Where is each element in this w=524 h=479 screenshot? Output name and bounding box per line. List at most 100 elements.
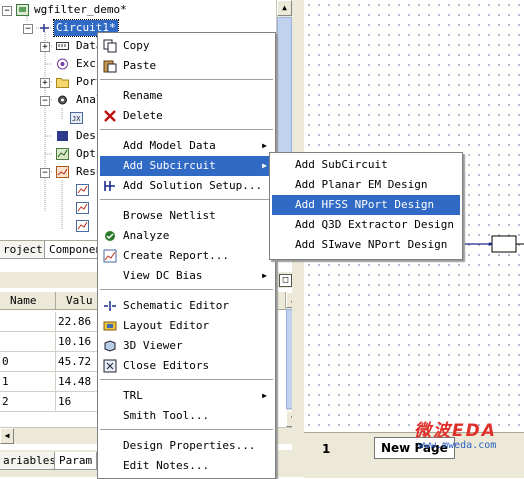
submenu-item-add-planar-em-design[interactable]: Add Planar EM Design — [272, 175, 460, 195]
submenu-arrow-icon: ▶ — [262, 161, 267, 170]
menu-item-add-subcircuit[interactable]: Add Subcircuit ▶ — [100, 156, 273, 176]
circuit-icon — [40, 24, 49, 32]
optimetrics-icon — [56, 148, 69, 160]
menu-separator — [100, 429, 273, 430]
menu-item-analyze[interactable]: Analyze — [100, 226, 273, 246]
menu-label: Add Model Data — [123, 139, 216, 152]
column-header-name[interactable]: Name — [0, 292, 56, 310]
menu-item-add-model-data[interactable]: Add Model Data ▶ — [100, 136, 273, 156]
menu-item-schematic-editor[interactable]: Schematic Editor — [100, 296, 273, 316]
project-name: wgfilter_demo* — [34, 3, 127, 16]
menu-item-browse-netlist[interactable]: Browse Netlist — [100, 206, 273, 226]
menu-item-view-dc-bias[interactable]: View DC Bias ▶ — [100, 266, 273, 286]
menu-item-close-editors[interactable]: Close Editors — [100, 356, 273, 376]
subcircuit-submenu: Add SubCircuit Add Planar EM Design Add … — [269, 152, 463, 260]
tab-parameters[interactable]: Param — [54, 452, 98, 470]
table-cell-name[interactable]: 2 — [0, 392, 56, 412]
results-icon — [56, 166, 69, 178]
submenu-arrow-icon: ▶ — [262, 141, 267, 150]
submenu-item-add-subcircuit[interactable]: Add SubCircuit — [272, 155, 460, 175]
menu-separator — [100, 199, 273, 200]
tab-variables[interactable]: ariables — [0, 452, 61, 470]
scroll-up-icon[interactable]: ▲ — [277, 0, 292, 16]
submenu-item-add-q3d-extractor-design[interactable]: Add Q3D Extractor Design — [272, 215, 460, 235]
menu-item-smith-tool[interactable]: Smith Tool... — [100, 406, 273, 426]
menu-item-add-solution-setup[interactable]: Add Solution Setup... — [100, 176, 273, 196]
menu-item-create-report[interactable]: Create Report... — [100, 246, 273, 266]
menu-item-rename[interactable]: Rename — [100, 86, 273, 106]
analyze-icon — [105, 231, 115, 241]
submenu-item-add-hfss-nport-design[interactable]: Add HFSS NPort Design — [272, 195, 460, 215]
menu-item-delete[interactable]: Delete — [100, 106, 273, 126]
menu-item-trl[interactable]: TRL ▶ — [100, 386, 273, 406]
solution-setup-icon — [104, 181, 115, 191]
menu-separator — [100, 79, 273, 80]
report-icon — [76, 184, 89, 196]
table-cell-name[interactable]: 0 — [0, 352, 56, 372]
setup-icon: JX — [70, 112, 83, 124]
menu-label: Design Properties... — [123, 439, 256, 452]
svg-text:JX: JX — [72, 115, 81, 123]
close-editors-icon — [103, 359, 117, 373]
report-icon — [103, 249, 117, 263]
context-menu: Copy Paste Rename Delete Add Model Data ▶… — [97, 32, 276, 479]
layout-editor-icon — [103, 321, 117, 331]
copy-icon — [103, 39, 117, 53]
menu-label: 3D Viewer — [123, 339, 183, 352]
menu-separator — [100, 379, 273, 380]
menu-item-copy[interactable]: Copy — [100, 36, 273, 56]
collapse-icon[interactable]: − — [2, 6, 12, 16]
menu-item-paste[interactable]: Paste — [100, 56, 273, 76]
menu-label: Edit Notes... — [123, 459, 210, 472]
menu-label: View DC Bias — [123, 269, 203, 282]
submenu-arrow-icon: ▶ — [262, 271, 267, 280]
expand-icon[interactable]: + — [40, 42, 50, 52]
restore-icon[interactable]: □ — [279, 274, 292, 287]
collapse-icon[interactable]: − — [23, 24, 33, 34]
menu-label: Layout Editor — [123, 319, 210, 332]
menu-item-design-properties[interactable]: Design Properties... — [100, 436, 273, 456]
collapse-icon[interactable]: − — [40, 168, 50, 178]
page-number: 1 — [322, 442, 331, 456]
collapse-icon[interactable]: − — [40, 96, 50, 106]
menu-label: Schematic Editor — [123, 299, 229, 312]
gear-icon — [58, 95, 67, 105]
project-icon — [16, 4, 29, 16]
menu-label: Analyze — [123, 229, 170, 242]
menu-item-layout-editor[interactable]: Layout Editor — [100, 316, 273, 336]
schematic-editor-icon — [104, 301, 116, 311]
tree-lines — [26, 16, 63, 230]
watermark-logo: 微波EDA — [414, 421, 497, 441]
submenu-item-add-siwave-nport-design[interactable]: Add SIwave NPort Design — [272, 235, 460, 255]
menu-label: Close Editors — [123, 359, 210, 372]
delete-icon — [104, 110, 116, 122]
folder-icon — [56, 78, 69, 88]
submenu-arrow-icon: ▶ — [262, 391, 267, 400]
menu-label: Rename — [123, 89, 163, 102]
menu-item-edit-notes[interactable]: Edit Notes... — [100, 456, 273, 476]
table-cell-name[interactable] — [0, 312, 56, 332]
menu-label: Paste — [123, 59, 157, 72]
menu-label: Copy — [123, 39, 150, 52]
scroll-left-icon[interactable]: ◀ — [0, 428, 14, 444]
data-icon — [56, 42, 69, 50]
menu-separator — [100, 289, 273, 290]
table-cell-name[interactable] — [0, 332, 56, 352]
paste-icon — [103, 60, 117, 73]
tab-project[interactable]: roject — [0, 241, 48, 259]
menu-label: Add Solution Setup... — [123, 179, 263, 192]
expand-icon[interactable]: + — [40, 78, 50, 88]
menu-separator — [100, 129, 273, 130]
menu-label: Add Subcircuit — [123, 159, 216, 172]
excitation-icon — [57, 58, 68, 70]
table-cell-name[interactable]: 1 — [0, 372, 56, 392]
menu-item-3d-viewer[interactable]: 3D Viewer — [100, 336, 273, 356]
menu-label: Create Report... — [123, 249, 229, 262]
watermark-url: www.mweda.com — [418, 440, 497, 451]
design-icon — [57, 131, 68, 141]
menu-label: Browse Netlist — [123, 209, 216, 222]
menu-label: Smith Tool... — [123, 409, 210, 422]
report-icon — [76, 220, 89, 232]
3d-viewer-icon — [104, 340, 116, 352]
menu-label: Delete — [123, 109, 163, 122]
